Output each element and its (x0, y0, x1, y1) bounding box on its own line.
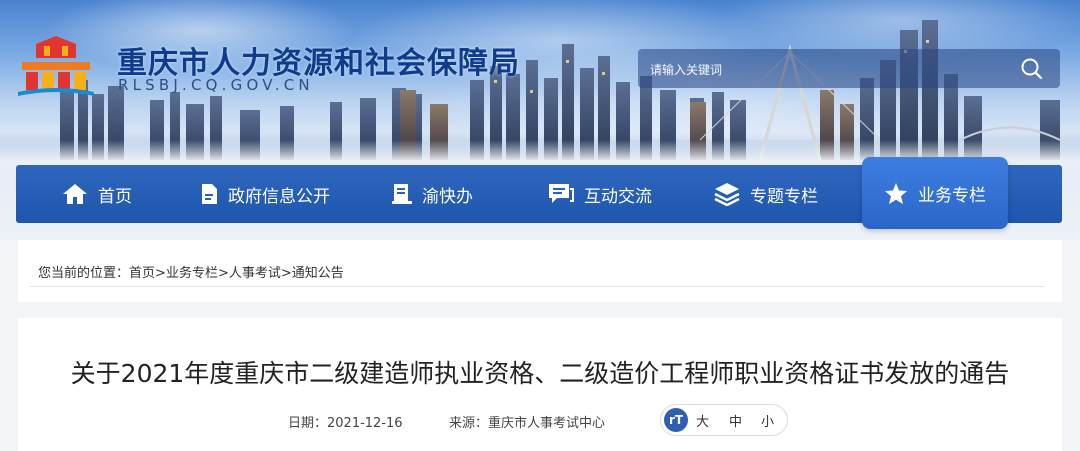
breadcrumb-divider (30, 286, 1044, 287)
nav-item-label: 渝快办 (422, 186, 473, 207)
date-label: 日期： (288, 416, 328, 431)
source-label: 来源： (449, 416, 489, 431)
search-icon[interactable] (1020, 57, 1044, 81)
nav-item-label: 业务专栏 (918, 185, 986, 206)
breadcrumb-separator: > (217, 266, 229, 281)
breadcrumb-business[interactable]: 业务专栏 (166, 266, 218, 281)
nav-item-topics[interactable]: 专题专栏 (714, 165, 818, 223)
home-icon (63, 184, 87, 204)
breadcrumb-notice[interactable]: 通知公告 (292, 266, 344, 281)
nav-item-label: 首页 (98, 186, 132, 207)
nav-item-label: 政府信息公开 (228, 186, 330, 207)
document-icon (202, 184, 217, 204)
font-size-switcher: rT 大 中 小 (660, 404, 788, 436)
nav-item-business[interactable]: 业务专栏 (862, 157, 1008, 229)
breadcrumb-separator: > (280, 266, 292, 281)
date-value: 2021-12-16 (327, 416, 403, 431)
nav-item-label: 专题专栏 (750, 186, 818, 207)
breadcrumb-exam[interactable]: 人事考试 (229, 266, 281, 281)
nav-item-gov-info[interactable]: 政府信息公开 (200, 165, 330, 223)
article-date: 日期：2021-12-16 (288, 412, 403, 431)
chat-icon (549, 184, 574, 203)
breadcrumb-prefix: 您当前的位置： (38, 266, 130, 281)
nav-item-interaction[interactable]: 互动交流 (548, 165, 652, 223)
search-input[interactable] (638, 49, 1022, 90)
breadcrumb: 您当前的位置：首页>业务专栏>人事考试>通知公告 (38, 262, 344, 281)
font-size-medium[interactable]: 中 (729, 411, 742, 430)
font-size-small[interactable]: 小 (761, 411, 774, 430)
font-size-large[interactable]: 大 (696, 411, 709, 430)
article-source: 来源：重庆市人事考试中心 (449, 412, 605, 431)
service-icon (392, 184, 412, 204)
nav-item-yukuaiban[interactable]: 渝快办 (392, 165, 473, 223)
breadcrumb-separator: > (155, 266, 166, 281)
nav-item-label: 互动交流 (584, 186, 652, 207)
main-nav: 首页 政府信息公开 渝快办 互动交流 专题专栏 业务专栏 (16, 157, 1062, 229)
font-size-icon: rT (664, 408, 688, 432)
search-box (638, 49, 1060, 90)
layers-icon (714, 183, 740, 206)
article-title: 关于2021年度重庆市二级建造师执业资格、二级造价工程师职业资格证书发放的通告 (70, 359, 1010, 388)
star-icon (885, 182, 907, 204)
bureau-logo (18, 36, 94, 96)
source-value: 重庆市人事考试中心 (488, 416, 606, 431)
breadcrumb-home[interactable]: 首页 (129, 266, 155, 281)
site-domain: RLSBJ.CQ.GOV.CN (118, 76, 314, 94)
nav-item-home[interactable]: 首页 (62, 165, 132, 223)
